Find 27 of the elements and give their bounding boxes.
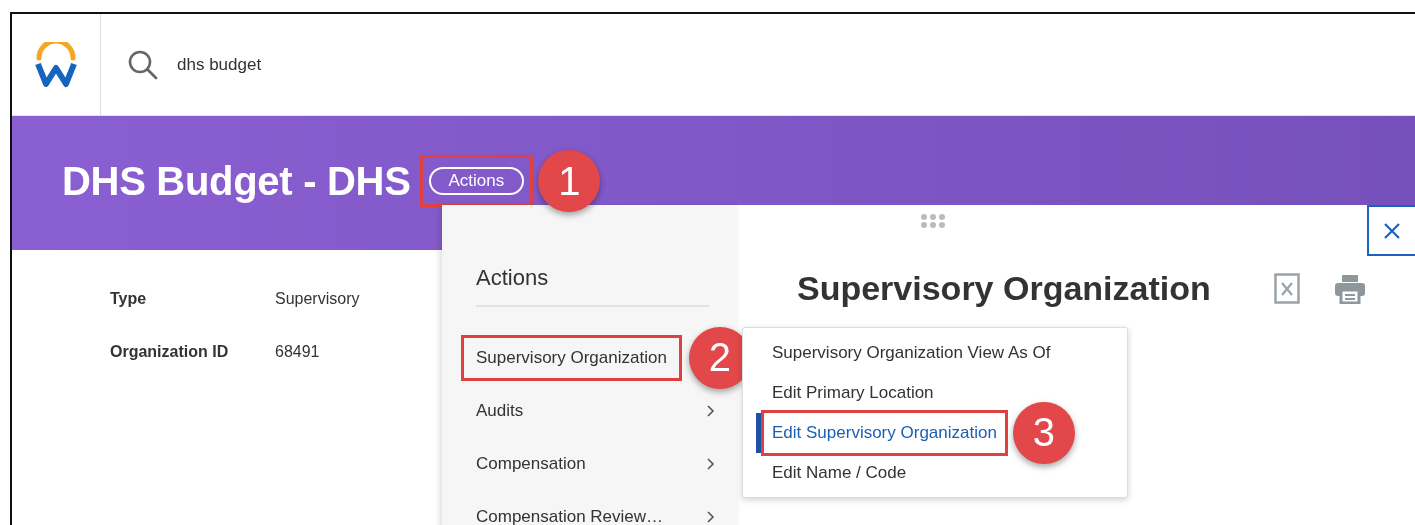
search-field[interactable]: dhs budget (127, 14, 262, 115)
submenu-item[interactable]: Supervisory Organization View As Of (764, 332, 1059, 373)
page-title: DHS Budget - DHS (62, 158, 411, 204)
submenu-item[interactable]: Edit Supervisory Organization (764, 412, 1005, 453)
spreadsheet-icon[interactable] (1274, 273, 1300, 304)
callout-badge: 1 (538, 150, 601, 212)
close-icon (1383, 221, 1401, 240)
submenu-item[interactable]: Edit Primary Location (764, 372, 942, 413)
drag-handle-icon[interactable] (920, 213, 946, 229)
menu-item[interactable]: Compensation Review… (464, 496, 676, 525)
logo-icon[interactable] (34, 41, 78, 88)
field-label: Type (110, 290, 147, 308)
menu-item[interactable]: Compensation (464, 443, 598, 484)
field-value: Supervisory (275, 290, 360, 308)
field-label: Organization ID (110, 343, 229, 361)
submenu-item[interactable]: Edit Name / Code (764, 452, 915, 493)
close-button[interactable] (1367, 205, 1415, 256)
search-icon (127, 48, 159, 81)
print-icon[interactable] (1334, 273, 1366, 304)
menu-title: Actions (476, 265, 709, 307)
field-value: 68491 (275, 343, 320, 361)
selection-bar (756, 412, 761, 453)
actions-button[interactable]: Actions (428, 167, 525, 195)
menu-item[interactable]: Audits (464, 390, 536, 431)
menu-item[interactable]: Supervisory Organization (464, 337, 679, 378)
panel-title: Supervisory Organization (797, 269, 1212, 308)
callout-badge: 3 (1012, 401, 1075, 464)
